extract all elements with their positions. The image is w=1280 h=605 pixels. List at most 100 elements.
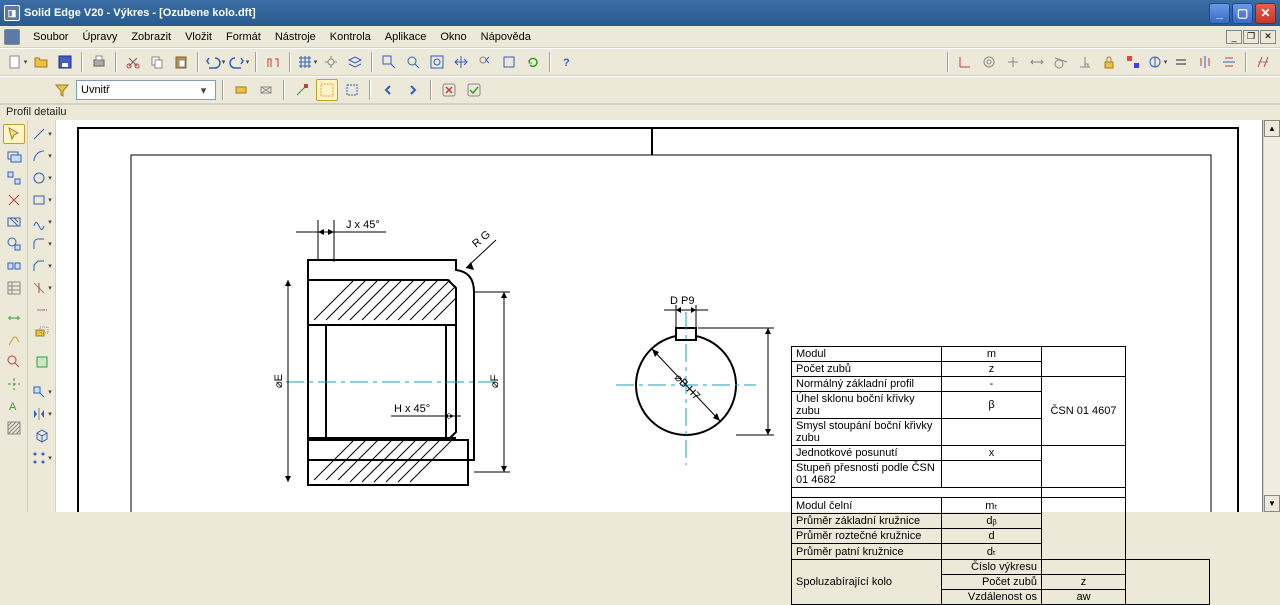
mdi-restore-button[interactable]: ❐ [1243, 30, 1259, 44]
close-button[interactable]: ✕ [1255, 3, 1276, 24]
menu-okno[interactable]: Okno [433, 29, 473, 45]
mdi-close-button[interactable]: ✕ [1260, 30, 1276, 44]
view-tool-3[interactable] [3, 190, 25, 210]
trim-tool[interactable] [31, 278, 53, 298]
detail-tool[interactable] [3, 234, 25, 254]
undo-button[interactable] [204, 51, 226, 73]
relation-concentric-icon[interactable] [978, 51, 1000, 73]
view-button[interactable] [498, 51, 520, 73]
paste-button[interactable] [170, 51, 192, 73]
mirror-tool[interactable] [31, 404, 53, 424]
help-button[interactable]: ? [556, 51, 578, 73]
save-button[interactable] [54, 51, 76, 73]
relations-tool[interactable] [31, 352, 53, 372]
centerline-tool[interactable] [3, 374, 25, 394]
hatch-tool[interactable] [3, 418, 25, 438]
tool-d-icon[interactable] [316, 79, 338, 101]
chamfer-tool[interactable] [31, 256, 53, 276]
copy-button[interactable] [146, 51, 168, 73]
tool-a-icon[interactable] [230, 79, 252, 101]
relation-origin-icon[interactable] [954, 51, 976, 73]
dim-h45: H x 45° [394, 403, 430, 415]
fillet-tool[interactable] [31, 234, 53, 254]
curve-tool[interactable] [31, 212, 53, 232]
cube-tool[interactable] [31, 426, 53, 446]
relation-symmetric-icon[interactable] [1146, 51, 1168, 73]
relation-tangent-icon[interactable] [1050, 51, 1072, 73]
text-tool[interactable]: A [3, 396, 25, 416]
offset-tool[interactable] [31, 322, 53, 342]
mdi-minimize-button[interactable]: _ [1226, 30, 1242, 44]
relation-mirror-h-icon[interactable] [1218, 51, 1240, 73]
dropdown-arrow-icon: ▾ [196, 84, 211, 97]
relation-set-icon[interactable] [1122, 51, 1144, 73]
relation-equal-icon[interactable] [1170, 51, 1192, 73]
arc-tool[interactable] [31, 146, 53, 166]
menu-kontrola[interactable]: Kontrola [323, 29, 378, 45]
vertical-scrollbar[interactable]: ▲ ▼ [1263, 120, 1280, 512]
menu-aplikace[interactable]: Aplikace [378, 29, 434, 45]
cancel-button[interactable] [438, 79, 460, 101]
menu-nastroje[interactable]: Nástroje [268, 29, 323, 45]
accept-button[interactable] [463, 79, 485, 101]
menu-zobrazit[interactable]: Zobrazit [124, 29, 178, 45]
layers-button[interactable] [344, 51, 366, 73]
menu-vlozit[interactable]: Vložit [178, 29, 219, 45]
relation-perpendicular-icon[interactable] [1074, 51, 1096, 73]
select-tool[interactable] [3, 124, 25, 144]
tool-c-icon[interactable] [291, 79, 313, 101]
dim-de: ⌀E [273, 374, 285, 388]
snap-button[interactable] [320, 51, 342, 73]
zoom-prev-button[interactable] [474, 51, 496, 73]
dimension-tool[interactable] [3, 308, 25, 328]
relation-collinear-icon[interactable] [1252, 51, 1274, 73]
rectangle-tool[interactable] [31, 190, 53, 210]
scroll-down-button[interactable]: ▼ [1264, 495, 1280, 512]
refresh-button[interactable] [522, 51, 544, 73]
maximize-button[interactable]: ▢ [1232, 3, 1253, 24]
menu-soubor[interactable]: Soubor [26, 29, 75, 45]
pan-button[interactable] [450, 51, 472, 73]
minimize-button[interactable]: _ [1209, 3, 1230, 24]
menu-format[interactable]: Formát [219, 29, 268, 45]
circle-tool[interactable] [31, 168, 53, 188]
move-tool[interactable] [31, 382, 53, 402]
extend-tool[interactable] [31, 300, 53, 320]
nav-left-button[interactable] [377, 79, 399, 101]
tool-e-icon[interactable] [341, 79, 363, 101]
cut-button[interactable] [122, 51, 144, 73]
balloon-tool[interactable] [3, 352, 25, 372]
parts-list-tool[interactable] [3, 278, 25, 298]
annotation-tool[interactable] [3, 330, 25, 350]
print-button[interactable] [88, 51, 110, 73]
break-tool[interactable] [3, 256, 25, 276]
filter-icon[interactable] [51, 79, 73, 101]
open-button[interactable] [30, 51, 52, 73]
section-tool[interactable] [3, 212, 25, 232]
pattern-tool[interactable] [31, 448, 53, 468]
relation-point-icon[interactable] [1002, 51, 1024, 73]
sketch-button[interactable] [262, 51, 284, 73]
menu-napoveda[interactable]: Nápověda [474, 29, 538, 45]
mdi-icon[interactable] [4, 29, 20, 45]
nav-right-button[interactable] [402, 79, 424, 101]
fit-button[interactable] [426, 51, 448, 73]
scroll-up-button[interactable]: ▲ [1264, 120, 1280, 137]
view-tool-2[interactable] [3, 168, 25, 188]
placement-combo[interactable]: Uvnitř ▾ [76, 80, 216, 100]
new-button[interactable] [6, 51, 28, 73]
line-tool[interactable] [31, 124, 53, 144]
redo-button[interactable] [228, 51, 250, 73]
dim-j45: J x 45° [346, 219, 380, 231]
tool-b-icon[interactable] [255, 79, 277, 101]
grid-button[interactable] [296, 51, 318, 73]
relation-horizontal-icon[interactable] [1026, 51, 1048, 73]
view-tool-1[interactable] [3, 146, 25, 166]
zoom-button[interactable] [402, 51, 424, 73]
placement-combo-value: Uvnitř [81, 84, 196, 96]
relation-mirror-v-icon[interactable] [1194, 51, 1216, 73]
zoom-area-button[interactable] [378, 51, 400, 73]
drawing-canvas[interactable]: J x 45° R G H x 45° ⌀E [56, 120, 1262, 512]
relation-lock-icon[interactable] [1098, 51, 1120, 73]
menu-upravy[interactable]: Úpravy [75, 29, 124, 45]
